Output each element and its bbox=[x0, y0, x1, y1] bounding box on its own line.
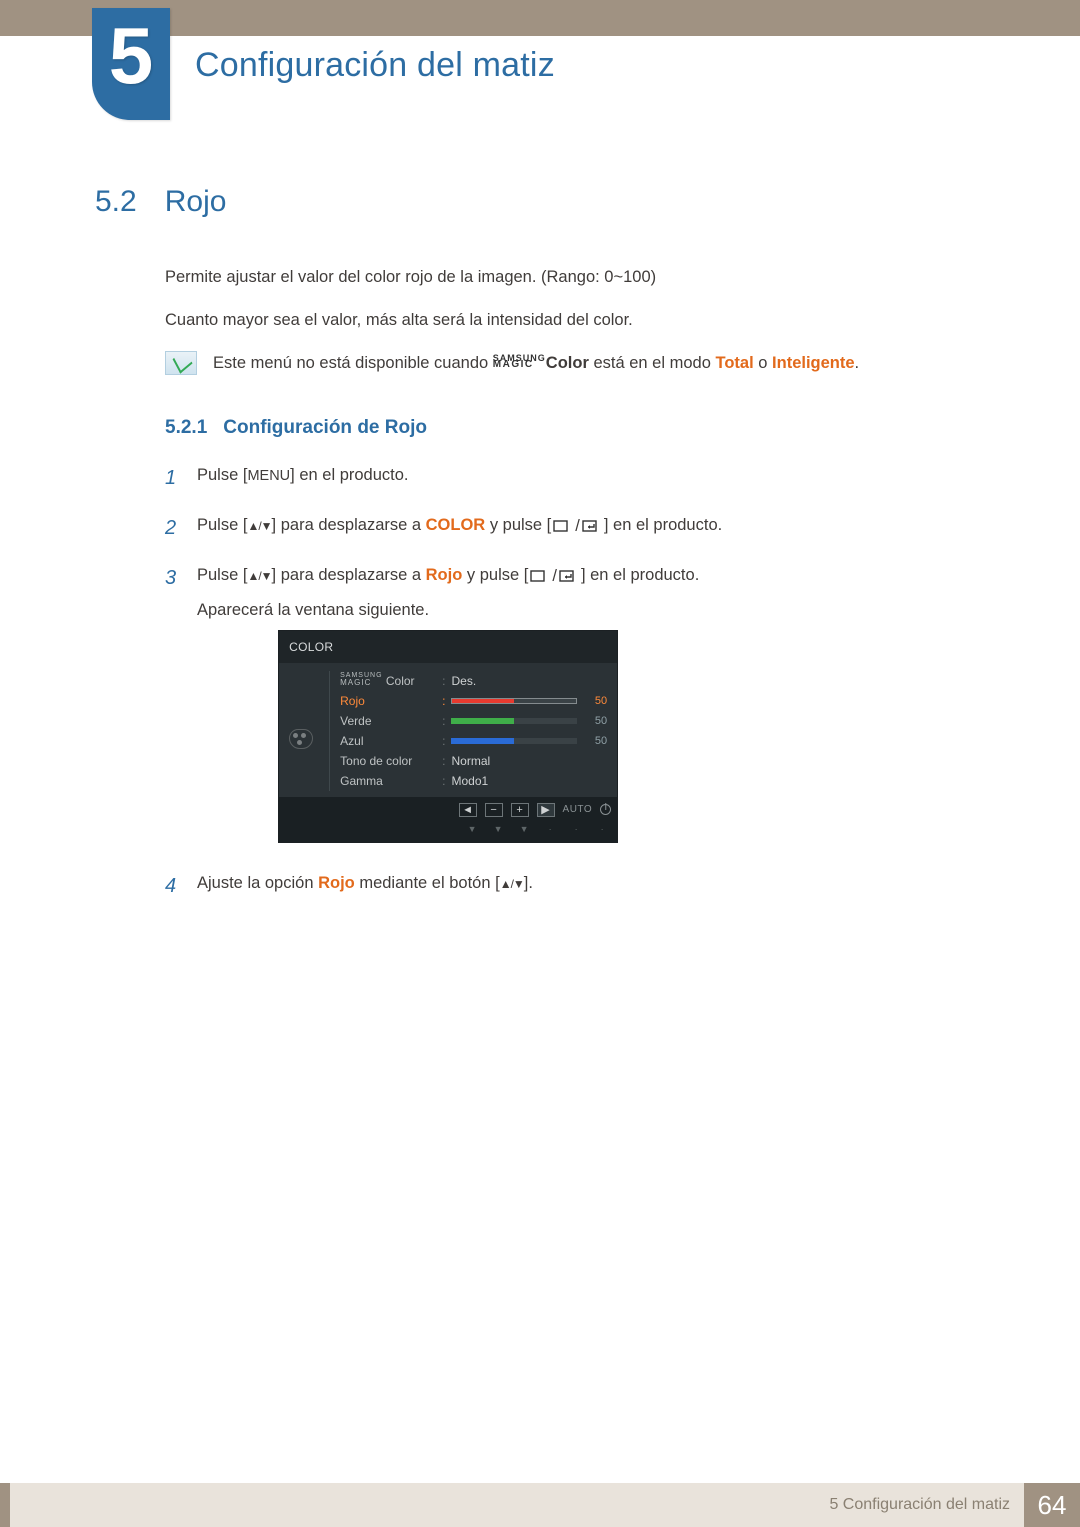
osd-magic-value: Des. bbox=[451, 671, 476, 691]
osd-tono-label: Tono de color bbox=[340, 751, 436, 771]
footer-caption: 5 Configuración del matiz bbox=[815, 1483, 1024, 1527]
step-3: 3 Pulse [▲/▼] para desplazarse a Rojo y … bbox=[165, 561, 985, 852]
step-2-num: 2 bbox=[165, 511, 183, 545]
osd-gamma-label: Gamma bbox=[340, 771, 436, 791]
osd-gamma-value: Modo1 bbox=[451, 771, 488, 791]
osd-azul-value: 50 bbox=[583, 732, 607, 751]
osd-panel: COLOR SAMSUNGMAGIC Color : Des. Rojo : bbox=[278, 630, 618, 843]
power-icon bbox=[600, 804, 611, 815]
palette-icon bbox=[289, 729, 313, 749]
source-enter-icon: / bbox=[530, 562, 579, 590]
osd-plus-icon: + bbox=[511, 803, 529, 817]
step-2-target: COLOR bbox=[426, 516, 486, 534]
osd-title: COLOR bbox=[279, 631, 617, 663]
osd-minus-icon: − bbox=[485, 803, 503, 817]
intro-p2: Cuanto mayor sea el valor, más alta será… bbox=[165, 308, 985, 333]
step-3-follow: Aparecerá la ventana siguiente. bbox=[197, 596, 699, 624]
osd-verde-label: Verde bbox=[340, 711, 436, 731]
chapter-number: 5 bbox=[92, 8, 170, 104]
osd-rojo-label: Rojo bbox=[340, 691, 436, 711]
subsection-title: Configuración de Rojo bbox=[223, 417, 427, 439]
osd-azul-label: Azul bbox=[340, 731, 436, 751]
step-2: 2 Pulse [▲/▼] para desplazarse a COLOR y… bbox=[165, 511, 985, 545]
note-end: . bbox=[855, 354, 860, 372]
up-down-icon: ▲/▼ bbox=[500, 877, 524, 891]
osd-left-icon: ◄ bbox=[459, 803, 477, 817]
note-text: Este menú no está disponible cuando SAMS… bbox=[213, 351, 859, 376]
note-mode-total: Total bbox=[715, 354, 753, 372]
step-3-num: 3 bbox=[165, 561, 183, 595]
osd-auto-label: AUTO bbox=[563, 801, 593, 818]
section-title: Rojo bbox=[165, 185, 227, 219]
note-or: o bbox=[754, 354, 772, 372]
note-color-word: Color bbox=[546, 354, 589, 372]
chapter-title: Configuración del matiz bbox=[195, 46, 555, 85]
osd-play-icon: ▶ bbox=[537, 803, 555, 817]
up-down-icon: ▲/▼ bbox=[247, 569, 271, 583]
subsection-number: 5.2.1 bbox=[165, 417, 207, 439]
note-row: Este menú no está disponible cuando SAMS… bbox=[165, 351, 985, 376]
osd-rojo-bar bbox=[451, 698, 577, 704]
chapter-badge: 5 bbox=[92, 8, 170, 120]
step-4-target: Rojo bbox=[318, 874, 355, 892]
note-mode-inteligente: Inteligente bbox=[772, 354, 855, 372]
note-pre: Este menú no está disponible cuando bbox=[213, 354, 493, 372]
note-icon bbox=[165, 351, 197, 375]
page-number: 64 bbox=[1024, 1483, 1080, 1527]
menu-key: MENU bbox=[247, 468, 290, 484]
osd-rojo-value: 50 bbox=[583, 692, 607, 711]
step-1: 1 Pulse [MENU] en el producto. bbox=[165, 461, 985, 495]
step-3-target: Rojo bbox=[426, 566, 463, 584]
source-enter-icon: / bbox=[553, 512, 602, 540]
osd-footer-hints: ▼ ▼ ▼ ··· bbox=[279, 822, 617, 841]
osd-magic-label: SAMSUNGMAGIC Color bbox=[340, 671, 436, 691]
step-4: 4 Ajuste la opción Rojo mediante el botó… bbox=[165, 869, 985, 903]
intro-p1: Permite ajustar el valor del color rojo … bbox=[165, 265, 985, 290]
step-1-num: 1 bbox=[165, 461, 183, 495]
note-mid: está en el modo bbox=[589, 354, 716, 372]
osd-azul-bar bbox=[451, 738, 577, 744]
section-number: 5.2 bbox=[95, 185, 137, 219]
osd-tono-value: Normal bbox=[451, 751, 490, 771]
step-4-num: 4 bbox=[165, 869, 183, 903]
up-down-icon: ▲/▼ bbox=[247, 519, 271, 533]
samsung-magic-inline: SAMSUNGMAGIC bbox=[493, 356, 546, 367]
osd-verde-value: 50 bbox=[583, 712, 607, 731]
osd-footer: ◄ − + ▶ AUTO bbox=[279, 797, 617, 822]
osd-verde-bar bbox=[451, 718, 577, 724]
page-footer: 5 Configuración del matiz 64 bbox=[0, 1483, 1080, 1527]
